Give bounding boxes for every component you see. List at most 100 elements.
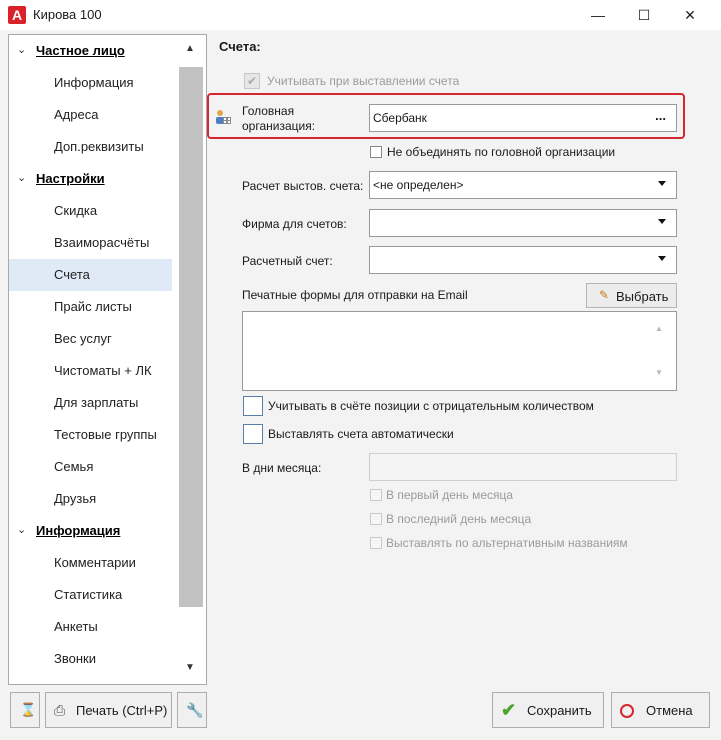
- negative-qty-label: Учитывать в счёте позиции с отрицательны…: [268, 399, 594, 413]
- sidebar-item-info[interactable]: Информация: [9, 67, 172, 99]
- group-label: Частное лицо: [36, 43, 125, 58]
- maximize-button[interactable]: ☐: [621, 0, 667, 30]
- item-label: Прайс листы: [54, 299, 132, 314]
- close-button[interactable]: ✕: [667, 0, 713, 30]
- item-label: Друзья: [54, 491, 97, 506]
- item-label: Скидка: [54, 203, 98, 218]
- sidebar-item-discount[interactable]: Скидка: [9, 195, 172, 227]
- email-forms-list[interactable]: ▲ ▼: [242, 311, 677, 391]
- title-bar: A Кирова 100 ― ☐ ✕: [0, 0, 721, 30]
- alt-names-checkbox[interactable]: [370, 537, 382, 549]
- section-title: Счета:: [219, 39, 261, 54]
- head-org-browse-button[interactable]: ...: [655, 108, 666, 123]
- sidebar: ⌄ Частное лицо Информация Адреса Доп.рек…: [8, 34, 207, 685]
- cancel-label: Отмена: [646, 703, 693, 718]
- item-label: Счета: [54, 267, 90, 282]
- sidebar-item-friends[interactable]: Друзья: [9, 483, 172, 515]
- sidebar-group-private[interactable]: ⌄ Частное лицо: [9, 35, 179, 67]
- cancel-button[interactable]: Отмена: [611, 692, 710, 728]
- item-label: Анкеты: [54, 619, 98, 634]
- sidebar-item-addresses[interactable]: Адреса: [9, 99, 172, 131]
- dropdown-arrow-icon[interactable]: [658, 256, 666, 261]
- sidebar-item-family[interactable]: Семья: [9, 451, 172, 483]
- use-on-invoice-label: Учитывать при выставлении счета: [267, 74, 460, 88]
- head-org-field[interactable]: Сбербанк ...: [369, 104, 677, 132]
- minimize-button[interactable]: ―: [575, 0, 621, 30]
- head-org-label-line1: Головная: [242, 104, 295, 118]
- save-button[interactable]: ✔ Сохранить: [492, 692, 604, 728]
- tools-button[interactable]: 🔧: [177, 692, 207, 728]
- account-select[interactable]: [369, 246, 677, 274]
- use-on-invoice-checkbox[interactable]: ✔: [244, 73, 260, 89]
- item-label: Звонки: [54, 651, 96, 666]
- scrollbar-thumb[interactable]: [179, 67, 203, 607]
- sidebar-item-payroll[interactable]: Для зарплаты: [9, 387, 172, 419]
- chevron-down-icon[interactable]: ⌄: [17, 523, 26, 536]
- email-forms-label: Печатные формы для отправки на Email: [242, 288, 468, 302]
- alt-names-label: Выставлять по альтернативным названиям: [386, 536, 628, 550]
- sidebar-item-surveys[interactable]: Анкеты: [9, 611, 172, 643]
- pencil-icon: ✎: [599, 288, 610, 302]
- item-label: Комментарии: [54, 555, 136, 570]
- item-label: Тестовые группы: [54, 427, 157, 442]
- item-label: Чистоматы + ЛК: [54, 363, 152, 378]
- sidebar-item-test-groups[interactable]: Тестовые группы: [9, 419, 172, 451]
- print-button[interactable]: ⎙ Печать (Ctrl+P): [45, 692, 172, 728]
- dropdown-arrow-icon[interactable]: [658, 181, 666, 186]
- print-label: Печать (Ctrl+P): [76, 703, 168, 718]
- auto-invoice-label: Выставлять счета автоматически: [268, 427, 454, 441]
- dropdown-arrow-icon[interactable]: [658, 219, 666, 224]
- item-label: Вес услуг: [54, 331, 112, 346]
- sidebar-item-extra-details[interactable]: Доп.реквизиты: [9, 131, 172, 163]
- sidebar-item-calls[interactable]: Звонки: [9, 643, 172, 675]
- no-merge-label: Не объединять по головной организации: [387, 145, 616, 159]
- chevron-down-icon[interactable]: ⌄: [17, 171, 26, 184]
- sidebar-group-information[interactable]: ⌄ Информация: [9, 515, 179, 547]
- first-day-label: В первый день месяца: [386, 488, 514, 502]
- scroll-down-icon[interactable]: ▼: [185, 662, 195, 673]
- account-label: Расчетный счет:: [242, 254, 333, 268]
- negative-qty-checkbox[interactable]: [243, 396, 263, 416]
- firm-select[interactable]: [369, 209, 677, 237]
- no-merge-checkbox[interactable]: [370, 146, 382, 158]
- sidebar-item-service-weight[interactable]: Вес услуг: [9, 323, 172, 355]
- save-label: Сохранить: [527, 703, 592, 718]
- sidebar-item-comments[interactable]: Комментарии: [9, 547, 172, 579]
- item-label: Адреса: [54, 107, 99, 122]
- group-label: Настройки: [36, 171, 105, 186]
- cancel-icon: [620, 704, 634, 718]
- app-logo-icon: A: [8, 6, 26, 24]
- head-org-label-line2: организация:: [242, 119, 316, 133]
- days-field[interactable]: [369, 453, 677, 481]
- sidebar-item-invoices[interactable]: Счета: [9, 259, 172, 291]
- history-button[interactable]: ⌛: [10, 692, 40, 728]
- choose-label: Выбрать: [616, 289, 669, 304]
- item-label: Взаиморасчёты: [54, 235, 150, 250]
- organization-icon: [214, 108, 232, 126]
- sidebar-group-settings[interactable]: ⌄ Настройки: [9, 163, 179, 195]
- list-scroll-up-icon[interactable]: ▲: [655, 324, 663, 333]
- first-day-checkbox[interactable]: [370, 489, 382, 501]
- invoice-calc-select[interactable]: <не определен>: [369, 171, 677, 199]
- sidebar-item-settlements[interactable]: Взаиморасчёты: [9, 227, 172, 259]
- auto-invoice-checkbox[interactable]: [243, 424, 263, 444]
- wrench-icon: 🔧: [186, 702, 204, 718]
- head-org-value: Сбербанк: [373, 111, 427, 125]
- scroll-up-icon[interactable]: ▲: [185, 43, 195, 54]
- firm-label: Фирма для счетов:: [242, 217, 347, 231]
- invoice-calc-label: Расчет выстов. счета:: [242, 179, 364, 193]
- item-label: Доп.реквизиты: [54, 139, 144, 154]
- sidebar-item-chistomaty[interactable]: Чистоматы + ЛК: [9, 355, 172, 387]
- chevron-down-icon[interactable]: ⌄: [17, 43, 26, 56]
- list-scroll-down-icon[interactable]: ▼: [655, 368, 663, 377]
- sidebar-item-statistics[interactable]: Статистика: [9, 579, 172, 611]
- days-label: В дни месяца:: [242, 461, 322, 475]
- check-icon: ✔: [501, 700, 517, 720]
- item-label: Статистика: [54, 587, 123, 602]
- sidebar-item-price-lists[interactable]: Прайс листы: [9, 291, 172, 323]
- last-day-label: В последний день месяца: [386, 512, 532, 526]
- choose-button[interactable]: ✎ Выбрать: [586, 283, 677, 308]
- last-day-checkbox[interactable]: [370, 513, 382, 525]
- item-label: Информация: [54, 75, 134, 90]
- item-label: Семья: [54, 459, 94, 474]
